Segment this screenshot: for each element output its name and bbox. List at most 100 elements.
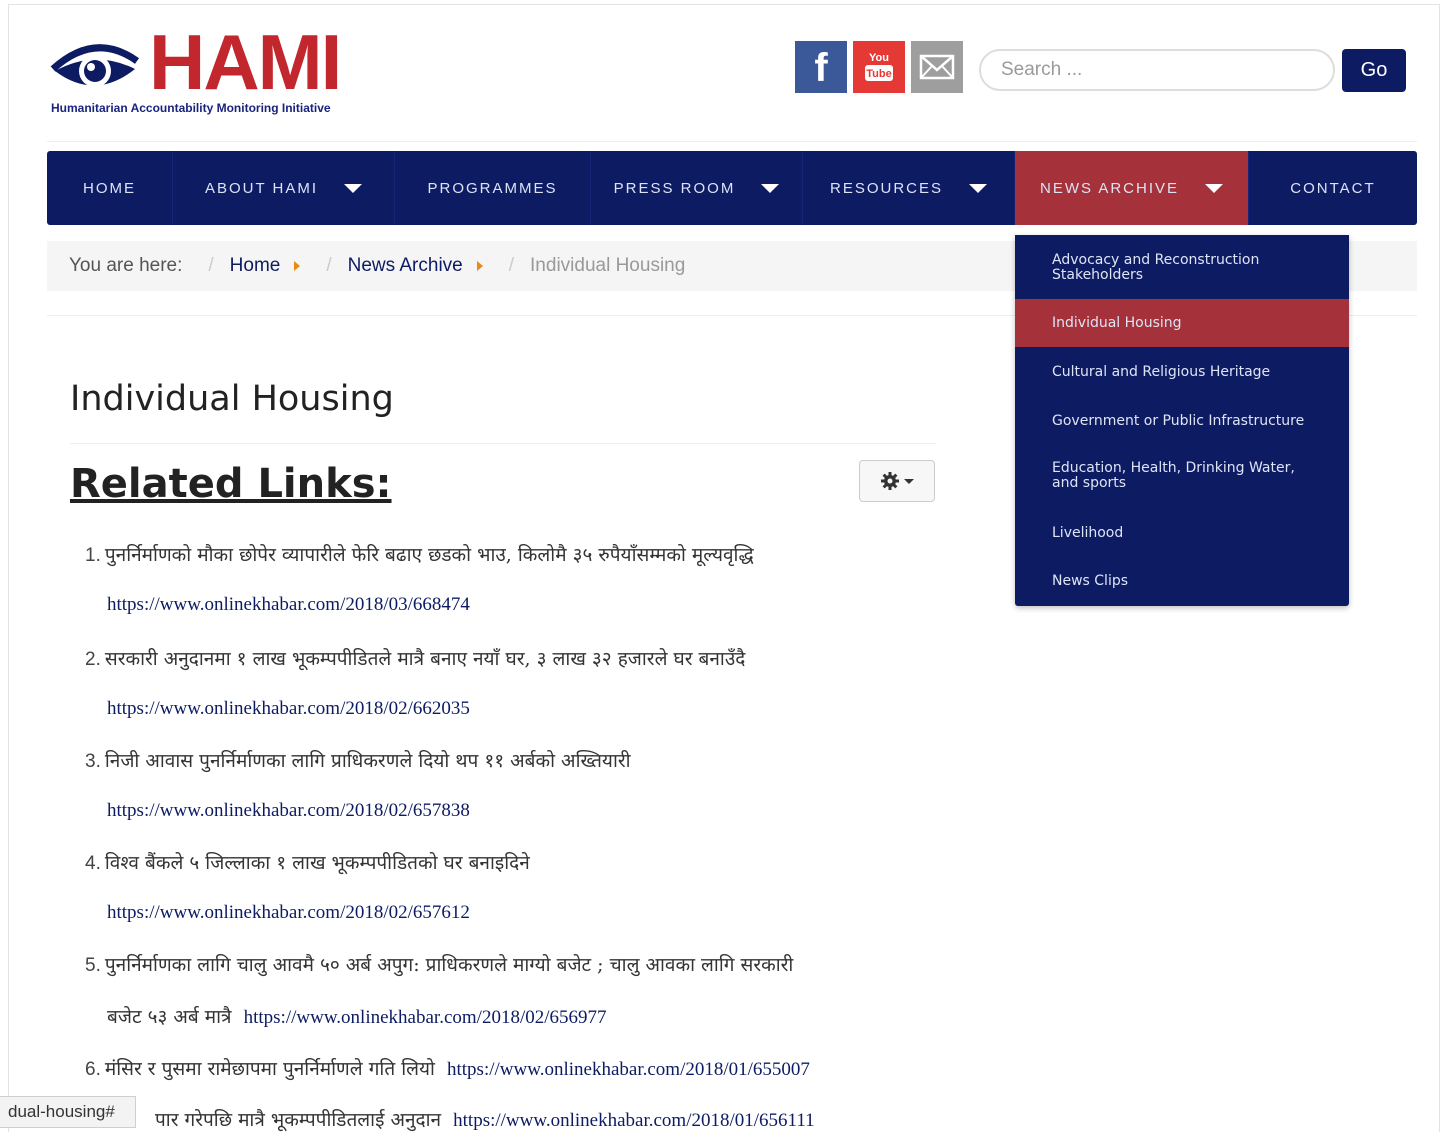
news-archive-dropdown: Advocacy and Reconstruction Stakeholders…: [1015, 235, 1349, 606]
svg-text:Tube: Tube: [866, 68, 891, 80]
article-tools-button[interactable]: [859, 460, 935, 502]
list-item-continuation: बजेट ५३ अर्ब मात्रै https://www.onlinekh…: [107, 1003, 607, 1029]
list-item-title: मंसिर र पुसमा रामेछापमा पुनर्निर्माणले ग…: [104, 1058, 435, 1080]
nav-news-archive-label: NEWS ARCHIVE: [1039, 179, 1180, 197]
nav-programmes[interactable]: PROGRAMMES: [395, 151, 591, 225]
breadcrumb-news-archive-link[interactable]: News Archive: [348, 255, 463, 277]
list-item-url-line: https://www.onlinekhabar.com/2018/02/662…: [107, 697, 470, 720]
list-item-number: 3.: [85, 751, 101, 772]
caret-down-icon: [1205, 183, 1224, 193]
dropdown-item-label: News Clips: [1052, 573, 1129, 589]
dropdown-item-news-clips[interactable]: News Clips: [1015, 557, 1349, 605]
page-title: Individual Housing: [70, 379, 394, 419]
list-item-number: 2.: [85, 649, 101, 670]
breadcrumb-label: You are here:: [69, 255, 183, 276]
mail-icon: [919, 54, 955, 80]
social-links: f You Tube: [795, 41, 963, 93]
list-item-title: विश्व बैंकले ५ जिल्लाका १ लाख भूकम्पपीडि…: [104, 852, 530, 874]
article-link[interactable]: https://www.onlinekhabar.com/2018/02/656…: [244, 1007, 607, 1028]
nav-programmes-label: PROGRAMMES: [427, 179, 558, 197]
list-item: 3. निजी आवास पुनर्निर्माणका लागि प्राधिकर…: [85, 747, 631, 773]
list-item-title: पार गरेपछि मात्रै भूकम्पपीडितलाई अनुदान: [155, 1109, 442, 1131]
caret-down-icon: [761, 183, 780, 193]
list-item-number: 5.: [85, 955, 101, 976]
list-item: 6. मंसिर र पुसमा रामेछापमा पुनर्निर्माणले…: [85, 1055, 810, 1081]
logo-tagline: Humanitarian Accountability Monitoring I…: [51, 101, 331, 115]
nav-contact[interactable]: CONTACT: [1249, 151, 1417, 225]
caret-down-icon: [344, 183, 363, 193]
dropdown-item-label: Cultural and Religious Heritage: [1052, 364, 1271, 380]
dropdown-item-label: Livelihood: [1052, 525, 1124, 541]
gear-icon: [881, 472, 899, 490]
list-item: 1. पुनर्निर्माणको मौका छोपेर व्यापारीले फ…: [85, 541, 754, 567]
dropdown-item-public-infrastructure[interactable]: Government or Public Infrastructure: [1015, 397, 1349, 445]
article-link[interactable]: https://www.onlinekhabar.com/2018/01/656…: [453, 1110, 815, 1131]
site-logo[interactable]: HAMI Humanitarian Accountability Monitor…: [49, 23, 359, 119]
nav-press-room[interactable]: PRESS ROOM: [591, 151, 803, 225]
nav-home-label: HOME: [83, 179, 136, 197]
list-item-title: पुनर्निर्माणका लागि चालु आवमै ५० अर्ब अप…: [104, 954, 794, 976]
nav-press-label: PRESS ROOM: [613, 179, 736, 197]
nav-about-label: ABOUT HAMI: [204, 179, 319, 197]
nav-news-archive[interactable]: NEWS ARCHIVE: [1015, 151, 1249, 225]
breadcrumb-separator: /: [326, 255, 332, 276]
title-divider: [70, 443, 936, 444]
dropdown-item-education-health[interactable]: Education, Health, Drinking Water, and s…: [1015, 461, 1349, 509]
nav-resources[interactable]: RESOURCES: [803, 151, 1015, 225]
list-item-title: निजी आवास पुनर्निर्माणका लागि प्राधिकरणल…: [104, 750, 631, 772]
list-item: 2. सरकारी अनुदानमा १ लाख भूकम्पपीडितले मा…: [85, 645, 745, 671]
breadcrumb-separator: /: [508, 255, 515, 276]
list-item-title: सरकारी अनुदानमा १ लाख भूकम्पपीडितले मात्…: [104, 648, 746, 670]
dropdown-item-advocacy[interactable]: Advocacy and Reconstruction Stakeholders: [1015, 251, 1349, 299]
list-item: 5. पुनर्निर्माणका लागि चालु आवमै ५० अर्ब …: [85, 951, 793, 977]
list-item-url-line: https://www.onlinekhabar.com/2018/02/657…: [107, 799, 470, 822]
dropdown-item-label: Individual Housing: [1052, 315, 1182, 331]
logo-wordmark: HAMI: [149, 18, 342, 106]
list-item-title-continued: बजेट ५३ अर्ब मात्रै: [107, 1006, 232, 1028]
article-link[interactable]: https://www.onlinekhabar.com/2018/01/655…: [447, 1059, 810, 1080]
caret-down-icon: [969, 183, 988, 193]
breadcrumb-separator: /: [208, 255, 214, 276]
header-divider: [47, 141, 1417, 142]
related-links-heading: Related Links:: [70, 461, 392, 507]
list-item-number: 4.: [85, 853, 101, 874]
search-go-button[interactable]: Go: [1342, 49, 1406, 92]
nav-home[interactable]: HOME: [47, 151, 173, 225]
breadcrumb-current: Individual Housing: [530, 255, 686, 276]
list-item-url-line: https://www.onlinekhabar.com/2018/03/668…: [107, 593, 470, 616]
dropdown-item-cultural-heritage[interactable]: Cultural and Religious Heritage: [1015, 348, 1349, 396]
article-link[interactable]: https://www.onlinekhabar.com/2018/02/657…: [107, 800, 470, 821]
dropdown-item-label: Government or Public Infrastructure: [1052, 413, 1305, 429]
youtube-button[interactable]: You Tube: [853, 41, 905, 93]
list-item-title: पुनर्निर्माणको मौका छोपेर व्यापारीले फेर…: [104, 544, 754, 566]
facebook-icon: f: [814, 46, 828, 90]
list-item: 4. विश्व बैंकले ५ जिल्लाका १ लाख भूकम्पपी…: [85, 849, 530, 875]
article-link[interactable]: https://www.onlinekhabar.com/2018/03/668…: [107, 594, 470, 615]
caret-down-icon: [904, 478, 914, 484]
dropdown-item-label: Advocacy and Reconstruction Stakeholders: [1052, 252, 1260, 283]
nav-contact-label: CONTACT: [1290, 179, 1376, 197]
svg-text:You: You: [869, 52, 889, 64]
dropdown-item-individual-housing[interactable]: Individual Housing: [1015, 299, 1349, 347]
list-item-url-line: https://www.onlinekhabar.com/2018/02/657…: [107, 901, 470, 924]
breadcrumb-arrow-icon: [476, 261, 483, 271]
dropdown-item-label: Education, Health, Drinking Water, and s…: [1052, 460, 1295, 491]
article-link[interactable]: https://www.onlinekhabar.com/2018/02/657…: [107, 902, 470, 923]
search-input[interactable]: [979, 49, 1335, 91]
facebook-button[interactable]: f: [795, 41, 847, 93]
nav-resources-label: RESOURCES: [829, 179, 944, 197]
nav-about-hami[interactable]: ABOUT HAMI: [173, 151, 395, 225]
list-item: पार गरेपछि मात्रै भूकम्पपीडितलाई अनुदान …: [155, 1106, 815, 1132]
breadcrumb-arrow-icon: [294, 261, 301, 271]
list-item-number: 6.: [85, 1059, 101, 1080]
breadcrumb-home-link[interactable]: Home: [230, 255, 281, 277]
list-item-number: 1.: [85, 545, 101, 566]
mail-button[interactable]: [911, 41, 963, 93]
browser-page: HAMI Humanitarian Accountability Monitor…: [8, 4, 1440, 1132]
article-link[interactable]: https://www.onlinekhabar.com/2018/02/662…: [107, 698, 470, 719]
main-nav: HOME ABOUT HAMI PROGRAMMES PRESS ROOM RE…: [47, 151, 1417, 225]
eye-logo-icon: [50, 44, 140, 87]
dropdown-item-livelihood[interactable]: Livelihood: [1015, 509, 1349, 557]
facebook-glyph: f: [814, 46, 828, 90]
browser-status-url: dual-housing#: [0, 1096, 136, 1128]
